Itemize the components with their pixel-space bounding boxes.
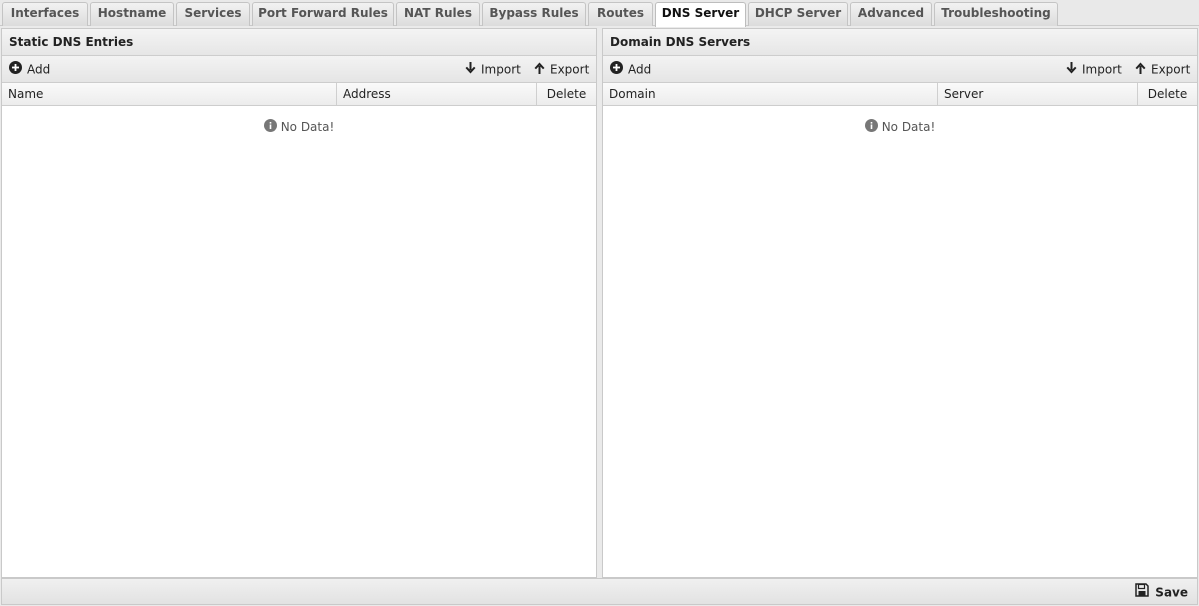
import-label: Import [481,62,521,77]
export-label: Export [1151,62,1191,77]
import-button[interactable]: Import [1066,56,1122,82]
bottom-toolbar: Save [1,578,1198,605]
info-circle-icon [864,119,878,135]
panel-title: Domain DNS Servers [603,29,1197,56]
column-header-delete[interactable]: Delete [537,83,596,105]
column-header-address[interactable]: Address [337,83,537,105]
empty-text: No Data! [881,120,936,134]
import-button[interactable]: Import [465,56,521,82]
tab-routes[interactable]: Routes [588,2,653,26]
toolbar: Add Import Export [2,56,596,83]
tab-port-forward-rules[interactable]: Port Forward Rules [252,2,394,26]
tab-services[interactable]: Services [176,2,250,26]
domain-dns-servers-panel: Domain DNS Servers Add Import Export Dom… [602,28,1198,578]
empty-text: No Data! [280,120,335,134]
arrow-up-icon [534,57,545,83]
add-button[interactable]: Add [9,56,50,82]
add-button[interactable]: Add [610,56,651,82]
app-frame: Interfaces Hostname Services Port Forwar… [0,0,1199,606]
empty-state: No Data! [603,119,1197,135]
toolbar: Add Import Export [603,56,1197,83]
tab-interfaces[interactable]: Interfaces [2,2,88,26]
tab-bar: Interfaces Hostname Services Port Forwar… [0,0,1199,27]
save-label: Save [1155,585,1188,600]
plus-circle-icon [9,57,22,83]
export-button[interactable]: Export [1135,56,1190,82]
arrow-down-icon [1066,57,1077,83]
add-label: Add [628,62,652,77]
column-header-server[interactable]: Server [938,83,1138,105]
column-header-delete[interactable]: Delete [1138,83,1197,105]
tab-bypass-rules[interactable]: Bypass Rules [482,2,586,26]
tab-dns-server[interactable]: DNS Server [655,2,746,27]
column-header-domain[interactable]: Domain [603,83,938,105]
export-button[interactable]: Export [534,56,589,82]
tab-dhcp-server[interactable]: DHCP Server [748,2,848,26]
info-circle-icon [263,119,277,135]
column-header-name[interactable]: Name [2,83,337,105]
arrow-down-icon [465,57,476,83]
grid-header: Name Address Delete [2,83,596,106]
save-button[interactable]: Save [1135,579,1188,605]
tab-troubleshooting[interactable]: Troubleshooting [934,2,1058,26]
export-label: Export [550,62,590,77]
tab-advanced[interactable]: Advanced [850,2,932,26]
tab-hostname[interactable]: Hostname [90,2,174,26]
arrow-up-icon [1135,57,1146,83]
empty-state: No Data! [2,119,596,135]
plus-circle-icon [610,57,623,83]
grid-header: Domain Server Delete [603,83,1197,106]
add-label: Add [27,62,51,77]
tab-nat-rules[interactable]: NAT Rules [396,2,480,26]
import-label: Import [1082,62,1122,77]
panel-title: Static DNS Entries [2,29,596,56]
floppy-disk-icon [1135,580,1150,606]
static-dns-entries-panel: Static DNS Entries Add Import Export Nam… [1,28,597,578]
